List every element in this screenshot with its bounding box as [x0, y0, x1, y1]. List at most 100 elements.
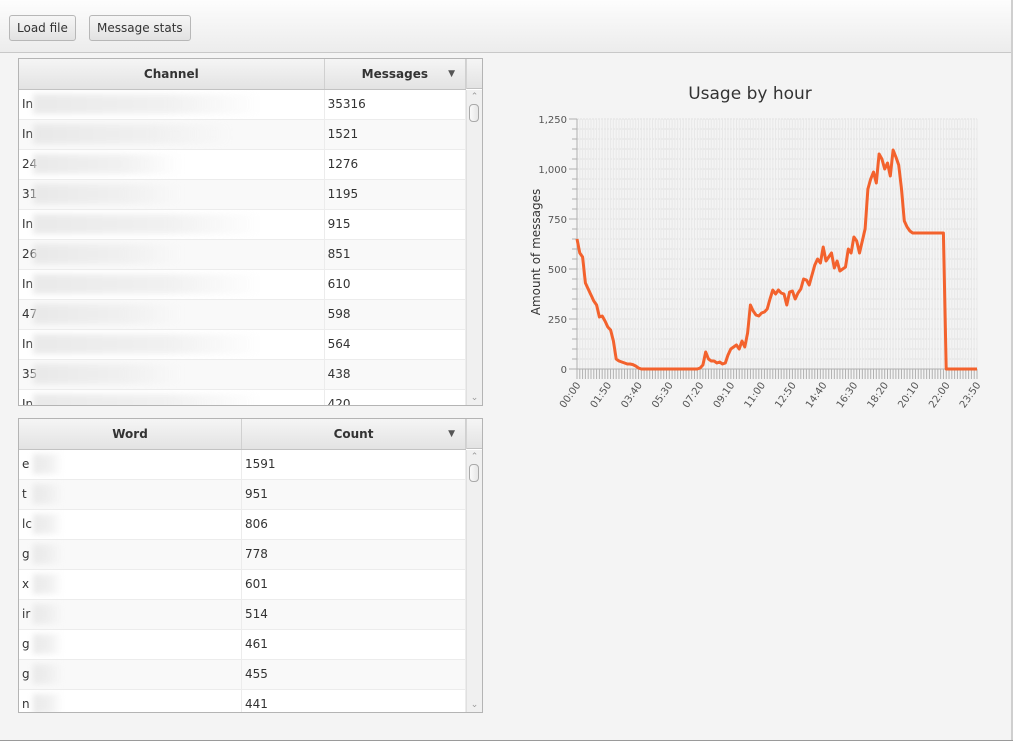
x-tick-label: 12:50 [773, 380, 799, 410]
scroll-up-icon[interactable]: ⌃ [469, 92, 480, 102]
table-cell-messages: 1276 [325, 150, 466, 179]
table-row[interactable]: g 778 [19, 540, 466, 570]
redacted-text [33, 454, 63, 474]
cell-text: 438 [327, 367, 351, 381]
table-cell-channel: 31 [19, 180, 325, 209]
table-cell-word: lc [19, 510, 242, 539]
table-row[interactable]: g 455 [19, 660, 466, 690]
column-header-channel[interactable]: Channel [19, 59, 325, 89]
x-tick-label: 22:00 [927, 380, 953, 410]
table-cell-messages: 1195 [325, 180, 466, 209]
redacted-text [33, 664, 63, 684]
scroll-down-icon[interactable]: ⌄ [469, 393, 480, 403]
cell-text: ir [22, 607, 31, 621]
message-stats-button[interactable]: Message stats [89, 15, 191, 41]
cell-text: 564 [327, 337, 351, 351]
column-header-label: Count [333, 427, 374, 441]
x-axis: 00:00 01:50 03:40 05:30 07:20 09:10 11:00 12:50… [558, 368, 983, 410]
redacted-text [33, 184, 183, 204]
y-tick-label: 1,000 [538, 165, 567, 176]
cell-text: 951 [245, 487, 268, 501]
cell-text: 598 [327, 307, 351, 321]
table-row[interactable]: e 1591 [19, 450, 466, 480]
redacted-text [33, 574, 63, 594]
column-header-label: Channel [143, 67, 199, 81]
table-cell-messages: 420 [325, 390, 466, 405]
table-row[interactable]: 47 598 [19, 300, 466, 330]
redacted-text [33, 484, 63, 504]
scroll-thumb[interactable] [469, 104, 479, 122]
table-cell-count: 806 [242, 510, 466, 539]
x-tick-label: 11:00 [743, 380, 769, 410]
table-cell-messages: 851 [325, 240, 466, 269]
table-row[interactable]: lc 806 [19, 510, 466, 540]
redacted-text [33, 634, 63, 654]
cell-text: 1521 [327, 127, 359, 141]
y-tick-label: 500 [548, 265, 567, 276]
table-row[interactable]: n 441 [19, 690, 466, 712]
vertical-scrollbar[interactable]: ⌃ ⌄ [466, 90, 482, 405]
table-row[interactable]: 26 851 [19, 240, 466, 270]
cell-text: In [22, 397, 34, 405]
column-header-label: Word [112, 427, 148, 441]
cell-text: 1195 [327, 187, 359, 201]
x-tick-label: 16:30 [835, 380, 861, 410]
redacted-text [33, 94, 263, 114]
redacted-text [33, 364, 183, 384]
table-row[interactable]: In 564 [19, 330, 466, 360]
load-file-button[interactable]: Load file [9, 15, 76, 41]
table-row[interactable]: ir 514 [19, 600, 466, 630]
column-header-word[interactable]: Word [19, 419, 242, 449]
x-tick-label: 03:40 [619, 380, 645, 410]
scroll-down-icon[interactable]: ⌄ [469, 700, 480, 710]
table-cell-channel: 24 [19, 150, 325, 179]
table-row[interactable]: x 601 [19, 570, 466, 600]
words-table-body: e 1591 t 951 lc 806 g 778 x 601 ir 514 g 461 g 455 n 441 [19, 450, 466, 712]
channels-table-body: In 35316 In 1521 24 1276 31 1195 In 915 26 851 In 610… [19, 90, 466, 405]
x-tick-label: 20:10 [896, 380, 922, 410]
scroll-up-icon[interactable]: ⌃ [469, 452, 480, 462]
cell-text: t [22, 487, 27, 501]
table-cell-channel: In [19, 120, 325, 149]
table-cell-count: 951 [242, 480, 466, 509]
cell-text: 420 [327, 397, 351, 405]
table-cell-channel: In [19, 390, 325, 405]
table-row[interactable]: g 461 [19, 630, 466, 660]
channels-table-header: Channel Messages ▼ [19, 59, 466, 90]
vertical-scrollbar[interactable]: ⌃ ⌄ [466, 450, 482, 712]
table-row[interactable]: In 915 [19, 210, 466, 240]
table-row[interactable]: 24 1276 [19, 150, 466, 180]
table-cell-channel: 35 [19, 360, 325, 389]
y-tick-label: 1,250 [538, 115, 567, 126]
column-header-count[interactable]: Count ▼ [242, 419, 466, 449]
cell-text: 1591 [245, 457, 276, 471]
table-cell-word: x [19, 570, 242, 599]
x-tick-label: 00:00 [558, 380, 584, 410]
cell-text: 455 [245, 667, 268, 681]
table-row[interactable]: 31 1195 [19, 180, 466, 210]
cell-text: 514 [245, 607, 268, 621]
table-row[interactable]: In 35316 [19, 90, 466, 120]
cell-text: n [22, 697, 30, 711]
sort-descending-icon: ▼ [448, 429, 455, 439]
cell-text: g [22, 547, 30, 561]
channels-table: Channel Messages ▼ In 35316 In 1521 24 1276 31 1… [18, 58, 483, 406]
table-cell-count: 441 [242, 690, 466, 712]
header-corner [466, 419, 482, 449]
table-row[interactable]: In 1521 [19, 120, 466, 150]
cell-text: x [22, 577, 30, 591]
table-cell-messages: 598 [325, 300, 466, 329]
table-row[interactable]: In 610 [19, 270, 466, 300]
cell-text: 851 [327, 247, 351, 261]
table-cell-channel: 47 [19, 300, 325, 329]
x-tick-label: 01:50 [589, 380, 615, 410]
chart-grid [576, 118, 978, 370]
scroll-thumb[interactable] [469, 464, 479, 482]
y-tick-label: 750 [548, 215, 567, 226]
table-cell-channel: In [19, 330, 325, 359]
table-row[interactable]: 35 438 [19, 360, 466, 390]
table-cell-channel: In [19, 210, 325, 239]
table-row[interactable]: t 951 [19, 480, 466, 510]
table-row[interactable]: In 420 [19, 390, 466, 405]
column-header-messages[interactable]: Messages ▼ [325, 59, 466, 89]
